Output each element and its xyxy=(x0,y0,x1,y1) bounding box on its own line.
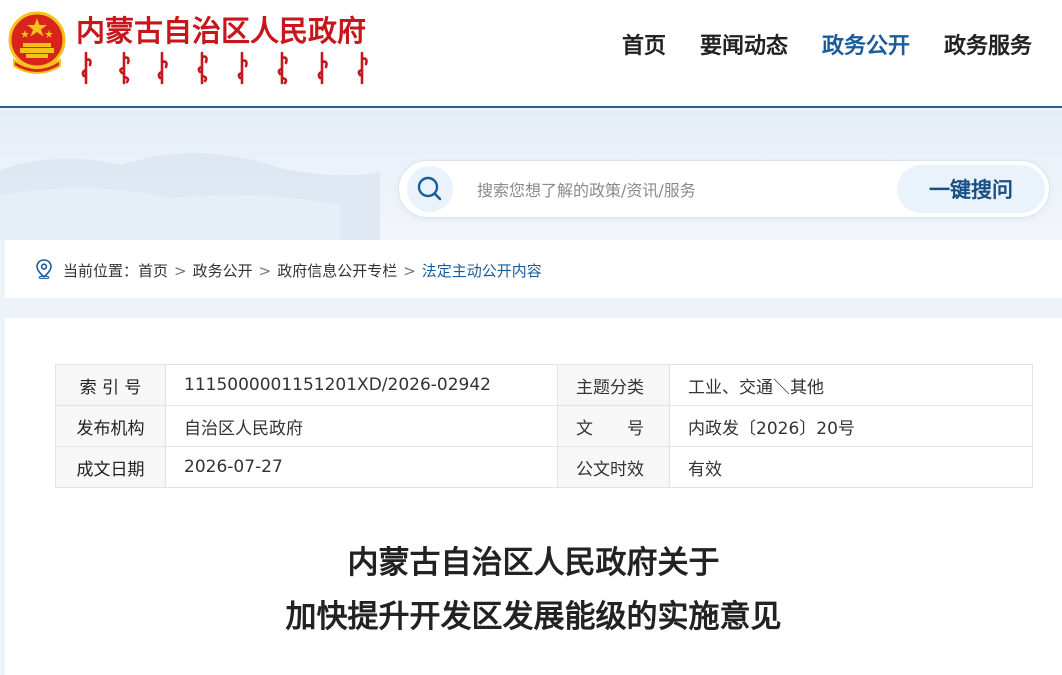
breadcrumb-prefix: 当前位置： xyxy=(63,262,139,280)
national-emblem-icon[interactable] xyxy=(6,10,68,76)
search-input[interactable] xyxy=(477,178,877,202)
breadcrumb: 当前位置： 首页 > 政务公开 > 政府信息公开专栏 > 法定主动公开内容 xyxy=(63,260,542,281)
search-box: 一键搜问 xyxy=(398,160,1050,218)
site-title[interactable]: 内蒙古自治区人民政府 xyxy=(76,8,366,50)
main-nav: 首页 要闻动态 政务公开 政务服务 xyxy=(622,28,1032,60)
breadcrumb-separator: > xyxy=(174,261,187,280)
nav-item-news[interactable]: 要闻动态 xyxy=(700,28,788,60)
table-row: 成文日期 2026-07-27 公文时效 有效 xyxy=(55,446,1033,488)
nav-item-government-affairs-open[interactable]: 政务公开 xyxy=(822,28,910,60)
meta-label-document-number: 文 号 xyxy=(557,405,670,447)
meta-label-index-number: 索 引 号 xyxy=(55,364,166,406)
breadcrumb-bar: 当前位置： 首页 > 政务公开 > 政府信息公开专栏 > 法定主动公开内容 xyxy=(5,240,1062,298)
breadcrumb-item-government-affairs-open[interactable]: 政务公开 xyxy=(193,260,253,281)
meta-value-index-number: 1115000001151201XD/2026-02942 xyxy=(165,364,558,406)
meta-value-document-number: 内政发〔2026〕20号 xyxy=(669,405,1033,447)
site-header: 内蒙古自治区人民政府 首页 要闻动态 政务公开 政务服务 xyxy=(0,0,1062,108)
breadcrumb-item-info-disclosure[interactable]: 政府信息公开专栏 xyxy=(277,260,397,281)
breadcrumb-item-current[interactable]: 法定主动公开内容 xyxy=(422,260,542,281)
breadcrumb-separator: > xyxy=(403,261,416,280)
document-title-line-2: 加快提升开发区发展能级的实施意见 xyxy=(285,599,782,635)
table-row: 发布机构 自治区人民政府 文 号 内政发〔2026〕20号 xyxy=(55,405,1033,447)
meta-label-publisher: 发布机构 xyxy=(55,405,166,447)
nav-item-government-services[interactable]: 政务服务 xyxy=(944,28,1032,60)
document-title-line-1: 内蒙古自治区人民政府关于 xyxy=(347,545,720,581)
search-icon[interactable] xyxy=(407,166,453,212)
breadcrumb-item-home[interactable]: 首页 xyxy=(138,260,168,281)
main-content: 索 引 号 1115000001151201XD/2026-02942 主题分类… xyxy=(5,318,1062,675)
meta-label-validity: 公文时效 xyxy=(557,446,670,488)
document-metadata-table: 索 引 号 1115000001151201XD/2026-02942 主题分类… xyxy=(55,364,1033,488)
breadcrumb-separator: > xyxy=(258,261,272,280)
hero-banner: 一键搜问 xyxy=(0,110,1062,240)
table-row: 索 引 号 1115000001151201XD/2026-02942 主题分类… xyxy=(55,364,1033,406)
meta-value-written-date: 2026-07-27 xyxy=(165,446,558,488)
nav-item-home[interactable]: 首页 xyxy=(622,28,666,60)
meta-label-written-date: 成文日期 xyxy=(55,446,166,488)
meta-value-publisher: 自治区人民政府 xyxy=(165,405,558,447)
meta-value-validity: 有效 xyxy=(669,446,1033,488)
mongolian-script-logo xyxy=(81,51,368,85)
location-pin-icon xyxy=(36,259,52,279)
meta-label-topic: 主题分类 xyxy=(557,364,670,406)
search-button[interactable]: 一键搜问 xyxy=(897,165,1045,213)
meta-value-topic: 工业、交通＼其他 xyxy=(669,364,1033,406)
document-title: 内蒙古自治区人民政府关于 加快提升开发区发展能级的实施意见 xyxy=(5,536,1062,644)
